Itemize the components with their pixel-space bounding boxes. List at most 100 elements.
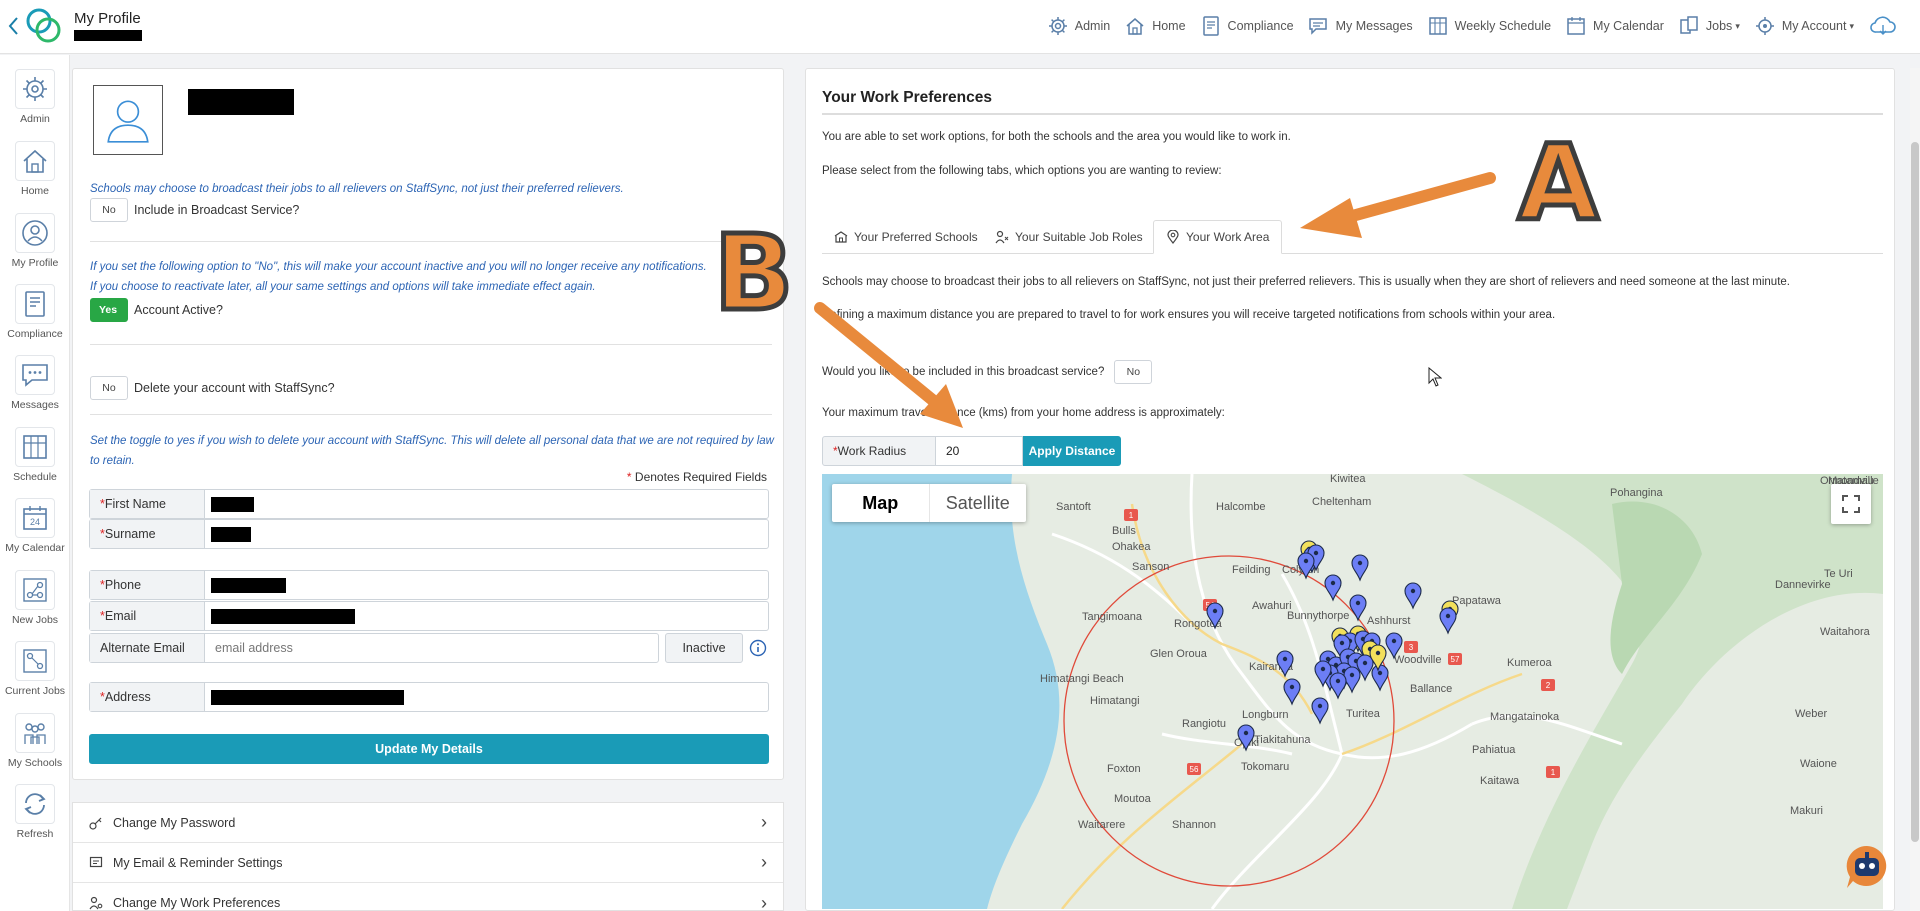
work-preferences-label: Change My Work Preferences <box>113 896 281 910</box>
people-group-icon <box>24 723 46 744</box>
nav-my-account-dropdown[interactable]: My Account ▾ <box>1754 15 1854 37</box>
rail-item-refresh[interactable]: Refresh <box>0 784 70 840</box>
rail-item-my-profile[interactable]: My Profile <box>0 213 70 269</box>
work-preferences-panel: Your Work Preferences You are able to se… <box>805 68 1895 911</box>
change-password-row[interactable]: Change My Password › <box>73 803 783 843</box>
page-scrollbar[interactable] <box>1910 68 1920 911</box>
phone-field[interactable]: * Phone <box>89 570 769 600</box>
profile-name-redacted <box>188 89 294 115</box>
work-radius-group: * Work Radius 20 Apply Distance <box>822 436 1121 466</box>
redacted-value <box>211 689 404 705</box>
nav-jobs-dropdown[interactable]: Jobs ▾ <box>1678 15 1740 37</box>
broadcast-service-toggle[interactable]: No <box>1114 360 1153 384</box>
chatbot-button[interactable] <box>1843 843 1891 891</box>
work-preferences-row[interactable]: Change My Work Preferences › <box>73 883 783 911</box>
school-pin-blue[interactable] <box>1439 607 1457 635</box>
school-pin-blue[interactable] <box>1404 582 1422 610</box>
rail-item-my-calendar[interactable]: 24 My Calendar <box>0 498 70 554</box>
work-intro-2: Please select from the following tabs, w… <box>822 165 1222 177</box>
nav-home[interactable]: Home <box>1124 15 1186 37</box>
work-intro-1: You are able to set work options, for bo… <box>822 131 1291 143</box>
nav-messages[interactable]: My Messages <box>1308 15 1413 37</box>
rail-icon-box <box>15 641 55 681</box>
address-label: Address <box>104 690 151 704</box>
user-settings-icon <box>89 896 103 910</box>
school-pin-blue[interactable] <box>1349 594 1367 622</box>
scrollbar-thumb[interactable] <box>1911 142 1919 842</box>
satellite-view-button[interactable]: Satellite <box>928 484 1027 522</box>
email-field[interactable]: * Email <box>89 601 769 631</box>
first-name-label: First Name <box>104 497 166 511</box>
rail-item-my-schools[interactable]: My Schools <box>0 713 70 769</box>
map-view-button[interactable]: Map <box>832 484 929 522</box>
map-place-label: Kiwitea <box>1330 474 1366 485</box>
tab-work-area[interactable]: Your Work Area <box>1153 220 1283 254</box>
rail-icon-box <box>15 784 55 824</box>
work-para-1: Schools may choose to broadcast their jo… <box>822 276 1790 288</box>
rail-icon-box <box>15 355 55 395</box>
mouse-cursor-icon <box>1428 367 1442 387</box>
rail-item-admin[interactable]: Admin <box>0 69 70 125</box>
work-radius-input[interactable]: 20 <box>936 436 1023 466</box>
nav-messages-label: My Messages <box>1335 19 1413 33</box>
required-star: * <box>626 470 632 484</box>
email-reminder-row[interactable]: My Email & Reminder Settings › <box>73 843 783 883</box>
rail-item-schedule[interactable]: Schedule <box>0 427 70 483</box>
fullscreen-button[interactable] <box>1831 484 1871 524</box>
network-nodes-icon <box>23 649 47 673</box>
school-pin-blue[interactable] <box>1324 574 1342 602</box>
avatar[interactable] <box>93 85 163 155</box>
fullscreen-icon <box>1842 495 1860 513</box>
school-pin-blue[interactable] <box>1329 672 1347 700</box>
nav-compliance[interactable]: Compliance <box>1200 15 1294 37</box>
inactive-button[interactable]: Inactive <box>665 633 743 663</box>
broadcast-service-row: Would you like to be included in this br… <box>822 360 1153 384</box>
title-underline <box>822 113 1883 115</box>
first-name-field[interactable]: * First Name <box>89 489 769 519</box>
info-icon[interactable] <box>749 639 767 657</box>
inactive-note-1: If you set the following option to "No",… <box>90 261 707 273</box>
field-label: * First Name <box>90 490 205 518</box>
rail-item-compliance[interactable]: Compliance <box>0 284 70 340</box>
work-area-map[interactable]: Kiwitea Pohangina Matamau Ormondville Santof… <box>822 474 1883 909</box>
back-arrow-icon[interactable] <box>6 14 22 38</box>
address-field[interactable]: * Address <box>89 682 769 712</box>
map-place-label: Te Uri <box>1824 568 1853 580</box>
settings-accordion: Change My Password › My Email & Reminder… <box>72 802 784 911</box>
rail-label: Admin <box>20 113 50 125</box>
rail-item-current-jobs[interactable]: Current Jobs <box>0 641 70 697</box>
rail-item-home[interactable]: Home <box>0 141 70 197</box>
map-canvas[interactable]: KiwiteaPohanginaMatamauOrmondvilleSantof… <box>822 474 1883 909</box>
rail-icon-box <box>15 713 55 753</box>
pin-dot <box>1289 684 1295 690</box>
nav-admin[interactable]: Admin <box>1047 15 1110 37</box>
map-place-label: Turitea <box>1346 708 1381 720</box>
surname-label: Surname <box>104 527 156 541</box>
rail-label: Refresh <box>16 828 54 840</box>
school-pin-blue[interactable] <box>1283 678 1301 706</box>
account-active-toggle[interactable]: Yes <box>90 298 128 322</box>
road-number-text: 57 <box>1451 655 1460 664</box>
rail-item-messages[interactable]: Messages <box>0 355 70 411</box>
nav-my-calendar[interactable]: My Calendar <box>1565 15 1664 37</box>
pin-dot <box>1355 600 1361 606</box>
school-pin-blue[interactable] <box>1351 554 1369 582</box>
caret-down-icon: ▾ <box>1849 20 1854 31</box>
cloud-sync-icon[interactable] <box>1868 14 1898 38</box>
tab-preferred-schools[interactable]: Your Preferred Schools <box>822 220 990 254</box>
broadcast-toggle[interactable]: No <box>90 198 128 222</box>
road-number-text: 2 <box>1546 681 1551 690</box>
inactive-note-2: If you choose to reactivate later, all y… <box>90 281 596 293</box>
update-details-button[interactable]: Update My Details <box>89 734 769 764</box>
school-pin-blue[interactable] <box>1311 697 1329 725</box>
nav-weekly-schedule[interactable]: Weekly Schedule <box>1427 15 1551 37</box>
rail-item-new-jobs[interactable]: New Jobs <box>0 570 70 626</box>
surname-field[interactable]: * Surname <box>89 519 769 549</box>
work-radius-label: Work Radius <box>837 444 907 458</box>
tab-suitable-job-roles[interactable]: Your Suitable Job Roles <box>983 220 1155 254</box>
school-pin-blue[interactable] <box>1371 664 1389 692</box>
rail-label: My Calendar <box>5 542 65 554</box>
alternate-email-field[interactable]: Alternate Email email address <box>89 633 659 663</box>
delete-account-toggle[interactable]: No <box>90 376 128 400</box>
apply-distance-button[interactable]: Apply Distance <box>1023 436 1121 466</box>
